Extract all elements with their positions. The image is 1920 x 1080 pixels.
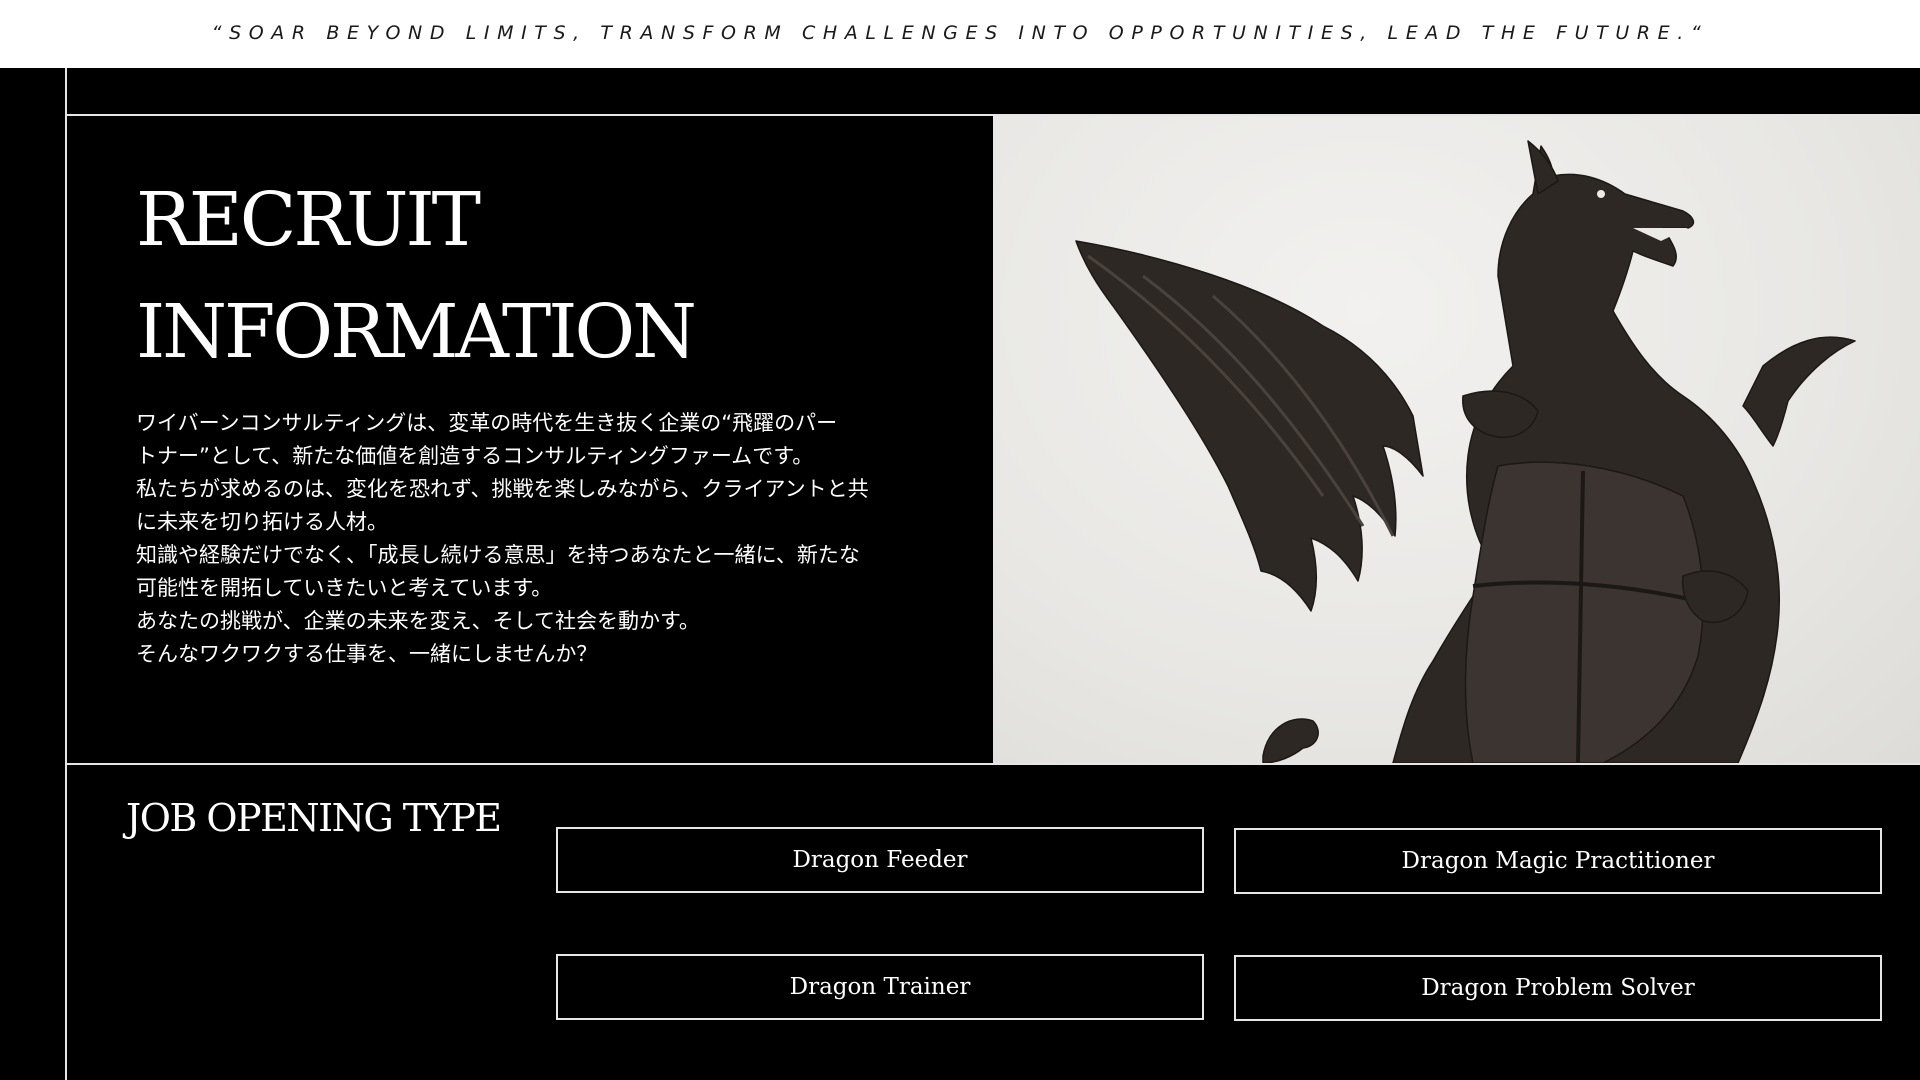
intro-line: に未来を切り拓ける人材。 (136, 510, 388, 534)
intro-text: ワイバーンコンサルティングは、変革の時代を生き抜く企業の“飛躍のパー トナー”と… (136, 407, 896, 671)
page-title: RECRUIT INFORMATION (136, 164, 697, 388)
dragon-statue-photo (993, 116, 1920, 763)
intro-line: ワイバーンコンサルティングは、変革の時代を生き抜く企業の“飛躍のパー (136, 411, 838, 435)
section-divider (65, 763, 1920, 765)
intro-line: 可能性を開拓していきたいと考えています。 (136, 576, 553, 600)
dragon-statue-image (1075, 140, 1856, 763)
title-line-2: INFORMATION (136, 289, 697, 375)
tagline: “SOAR BEYOND LIMITS, TRANSFORM CHALLENGE… (211, 22, 1709, 44)
intro-line: そんなワクワクする仕事を、一緒にしませんか？ (136, 642, 598, 666)
vertical-rule (65, 68, 67, 1080)
intro-line: 知識や経験だけでなく、「成長し続ける意思」を持つあなたと一緒に、新たな (136, 543, 860, 567)
job-opening-heading: JOB OPENING TYPE (126, 796, 502, 840)
job-dragon-feeder-button[interactable]: Dragon Feeder (556, 827, 1204, 893)
intro-line: トナー”として、新たな価値を創造するコンサルティングファームです。 (136, 444, 814, 468)
header-bar: “SOAR BEYOND LIMITS, TRANSFORM CHALLENGE… (0, 0, 1920, 68)
job-dragon-trainer-button[interactable]: Dragon Trainer (556, 954, 1204, 1020)
job-dragon-problem-solver-button[interactable]: Dragon Problem Solver (1234, 955, 1882, 1021)
intro-line: あなたの挑戦が、企業の未来を変え、そして社会を動かす。 (136, 609, 700, 633)
title-line-1: RECRUIT (136, 177, 481, 263)
intro-line: 私たちが求めるのは、変化を恐れず、挑戦を楽しみながら、クライアントと共 (136, 477, 869, 501)
job-dragon-magic-practitioner-button[interactable]: Dragon Magic Practitioner (1234, 828, 1882, 894)
